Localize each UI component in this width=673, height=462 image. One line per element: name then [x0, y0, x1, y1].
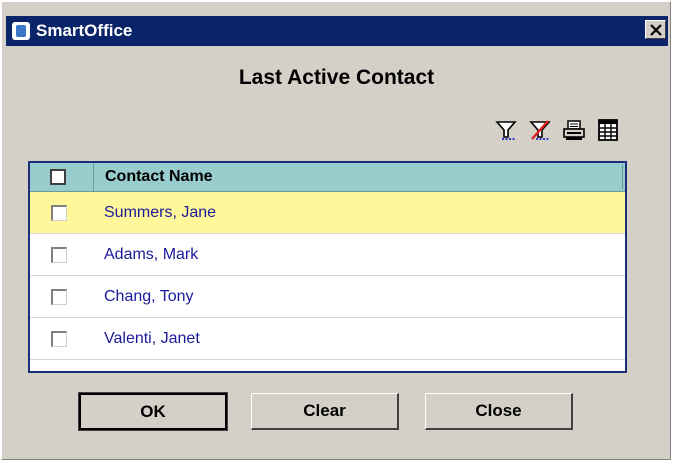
grid-icon[interactable] [595, 118, 621, 142]
app-icon [12, 22, 30, 40]
row-checkbox[interactable] [51, 289, 67, 305]
dialog-buttons: OK Clear Close [0, 392, 673, 433]
close-button[interactable]: Close [425, 393, 573, 430]
contact-name-column-header[interactable]: Contact Name [105, 167, 213, 187]
select-all-column-header [30, 163, 94, 191]
close-icon [649, 23, 662, 36]
window-title: SmartOffice [36, 21, 133, 40]
clear-filter-icon[interactable] [527, 118, 553, 142]
contact-name[interactable]: Summers, Jane [104, 203, 216, 223]
table-row[interactable]: Valenti, Janet [30, 318, 625, 360]
grid-header: Contact Name [30, 163, 625, 192]
contact-name[interactable]: Valenti, Janet [104, 329, 200, 349]
title-bar[interactable]: SmartOffice [6, 16, 668, 46]
table-row[interactable]: Adams, Mark [30, 234, 625, 276]
contact-name[interactable]: Chang, Tony [104, 287, 194, 307]
contact-grid: Contact Name Summers, Jane Adams, Mark C… [28, 161, 627, 373]
table-row[interactable]: Summers, Jane [30, 192, 625, 234]
grid-toolbar [493, 118, 621, 142]
row-checkbox[interactable] [51, 205, 67, 221]
row-checkbox[interactable] [51, 331, 67, 347]
clear-button[interactable]: Clear [251, 393, 399, 430]
dialog-heading: Last Active Contact [238, 66, 435, 89]
column-resize-handle[interactable] [622, 165, 623, 189]
contact-name[interactable]: Adams, Mark [104, 245, 198, 265]
ok-button[interactable]: OK [78, 392, 228, 431]
filter-icon[interactable] [493, 118, 519, 142]
table-row[interactable]: Chang, Tony [30, 276, 625, 318]
print-icon[interactable] [561, 118, 587, 142]
row-checkbox[interactable] [51, 247, 67, 263]
window-close-button[interactable] [645, 20, 666, 39]
select-all-checkbox[interactable] [50, 169, 66, 185]
